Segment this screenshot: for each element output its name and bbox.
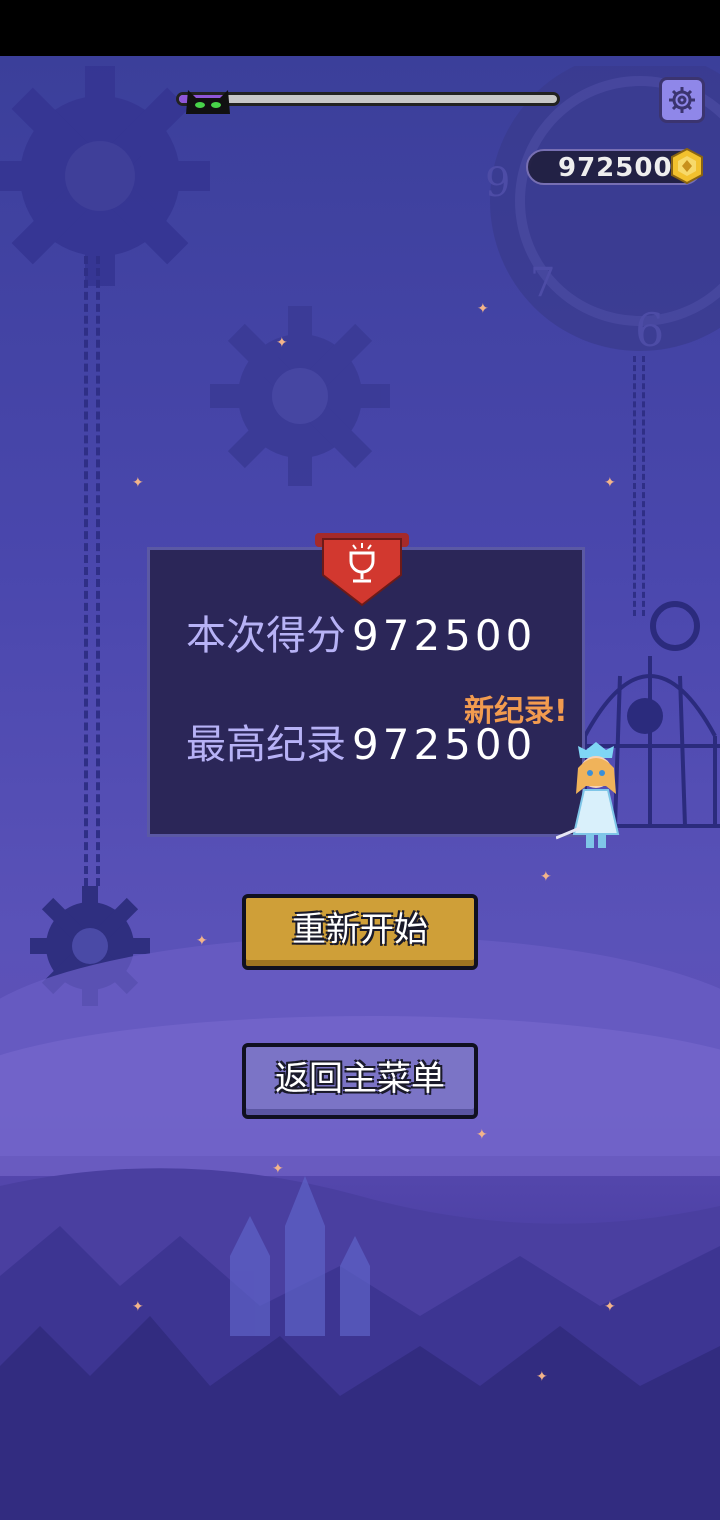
best-label: 最高纪录 [186, 722, 346, 768]
trophy-icon [315, 533, 409, 607]
chain-decoration [633, 356, 645, 616]
sparkle-decoration: ✦ [536, 1369, 548, 1385]
character-sprite [556, 742, 620, 848]
sparkle-decoration: ✦ [276, 335, 288, 351]
status-bar [0, 0, 720, 56]
svg-text:6: 6 [635, 303, 664, 357]
cat-icon [186, 90, 230, 114]
sparkle-decoration: ✦ [132, 1299, 144, 1315]
sparkle-decoration: ✦ [476, 1127, 488, 1143]
sparkle-decoration: ✦ [540, 869, 552, 885]
settings-gear-icon [669, 87, 695, 113]
castle-decoration [230, 1176, 370, 1336]
svg-text:9: 9 [485, 160, 510, 206]
settings-button[interactable] [659, 77, 705, 123]
sparkle-decoration: ✦ [196, 933, 208, 949]
sparkle-decoration: ✦ [272, 1161, 284, 1177]
score-label: 本次得分 [186, 613, 346, 659]
sparkle-decoration: ✦ [604, 475, 616, 491]
best-value: 972500 [352, 720, 537, 769]
main-menu-button[interactable]: 返回主菜单 [242, 1043, 478, 1119]
gear-decoration [210, 306, 390, 486]
chain-decoration [84, 256, 100, 886]
restart-button[interactable]: 重新开始 [242, 894, 478, 970]
svg-text:7: 7 [530, 260, 555, 306]
coin-icon [671, 147, 703, 185]
sparkle-decoration: ✦ [477, 301, 489, 317]
coin-count: 972500 [558, 153, 673, 183]
score-value: 972500 [352, 611, 537, 660]
sparkle-decoration: ✦ [132, 475, 144, 491]
sparkle-decoration: ✦ [604, 1299, 616, 1315]
